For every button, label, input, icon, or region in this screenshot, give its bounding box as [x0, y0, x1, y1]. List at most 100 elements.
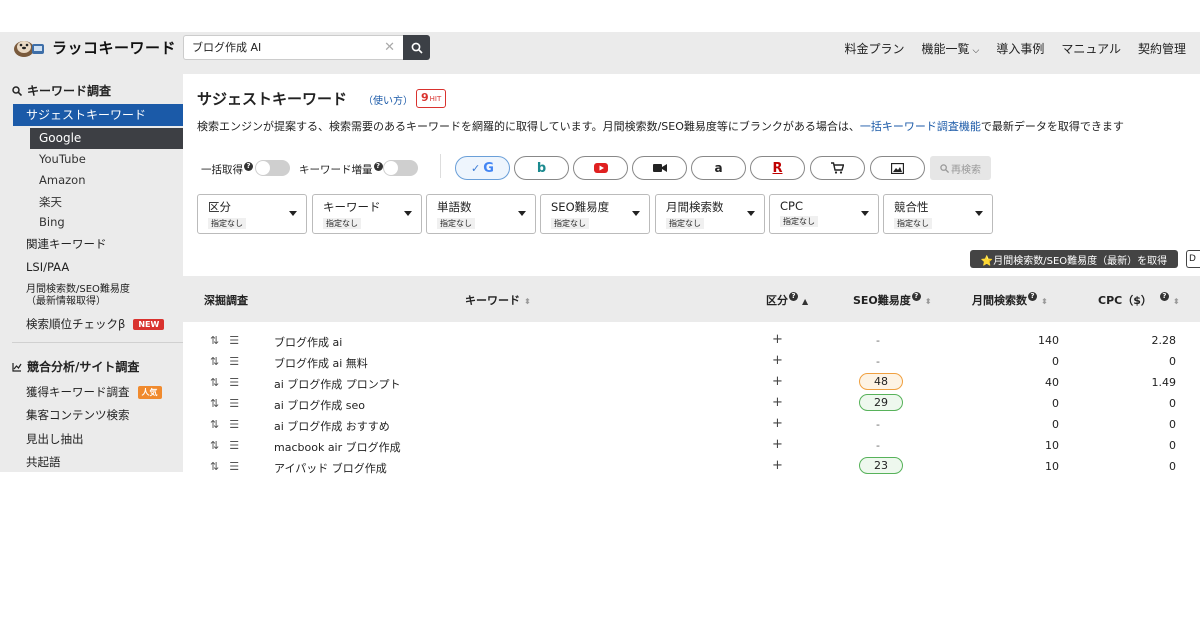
menu-icon[interactable]: ☰: [229, 439, 240, 452]
nav-pricing[interactable]: 料金プラン: [844, 40, 904, 57]
filter-value: 指定なし: [666, 218, 704, 229]
col-volume[interactable]: 月間検索数 ? ⬍: [972, 292, 1048, 308]
filter-category[interactable]: 区分 指定なし: [197, 194, 307, 234]
plus-icon[interactable]: +: [772, 437, 783, 452]
keyword-cell[interactable]: ai ブログ作成 おすすめ: [274, 418, 390, 434]
retweet-icon[interactable]: ⇅: [210, 418, 220, 431]
col-category[interactable]: 区分 ? ▲: [766, 292, 808, 308]
filter-competition[interactable]: 競合性 指定なし: [883, 194, 993, 234]
hit-label: HIT: [429, 95, 442, 103]
menu-icon[interactable]: ☰: [229, 418, 240, 431]
plus-icon[interactable]: +: [772, 332, 783, 347]
video-camera-icon: [652, 164, 667, 172]
help-icon[interactable]: ?: [244, 162, 253, 171]
nav-manual[interactable]: マニュアル: [1061, 40, 1121, 57]
engine-amazon-button[interactable]: a: [691, 156, 746, 180]
page-title: サジェストキーワード: [197, 90, 348, 108]
sidebar-item-rank-check[interactable]: 検索順位チェックβ NEW: [26, 316, 165, 332]
nav-features[interactable]: 機能一覧 ⌵: [921, 40, 979, 57]
engine-google-button[interactable]: ✓ G: [455, 156, 510, 180]
nav-cases[interactable]: 導入事例: [996, 40, 1044, 57]
menu-icon[interactable]: ☰: [229, 460, 240, 473]
retweet-icon[interactable]: ⇅: [210, 460, 220, 473]
help-icon[interactable]: ?: [373, 162, 383, 171]
sidebar-subitem-google[interactable]: Google: [30, 128, 183, 149]
menu-icon[interactable]: ☰: [229, 397, 240, 410]
help-icon[interactable]: ?: [911, 292, 921, 301]
keyword-cell[interactable]: ai ブログ作成 プロンプト: [274, 376, 400, 392]
sidebar-item-related[interactable]: 関連キーワード: [26, 236, 107, 252]
help-icon[interactable]: ?: [789, 292, 798, 301]
clear-icon[interactable]: ✕: [384, 36, 395, 59]
usage-link[interactable]: （使い方）: [363, 92, 413, 107]
table-row: ⇅ ☰ ai ブログ作成 seo +29 0 0: [183, 394, 1200, 415]
retweet-icon[interactable]: ⇅: [210, 397, 220, 410]
engine-shopping-button[interactable]: [810, 156, 865, 180]
sidebar-subitem-amazon[interactable]: Amazon: [39, 173, 85, 187]
sidebar-item-headings[interactable]: 見出し抽出: [26, 431, 84, 447]
sidebar-item-monthly[interactable]: 月間検索数/SEO難易度 （最新情報取得）: [26, 284, 130, 308]
fetch-latest-button[interactable]: ⭐月間検索数/SEO難易度（最新）を取得: [970, 250, 1178, 268]
volume-cell: 10: [1045, 460, 1059, 473]
retweet-icon[interactable]: ⇅: [210, 355, 220, 368]
volume-cell: 0: [1052, 355, 1059, 368]
table-row: ⇅ ☰ ai ブログ作成 プロンプト +48 40 1.49: [183, 373, 1200, 394]
plus-icon[interactable]: +: [772, 374, 783, 389]
filter-seo[interactable]: SEO難易度 指定なし: [540, 194, 650, 234]
plus-icon[interactable]: +: [772, 395, 783, 410]
keyword-cell[interactable]: アイパッド ブログ作成: [274, 460, 387, 476]
sidebar-item-lsi[interactable]: LSI/PAA: [26, 260, 69, 274]
retweet-icon[interactable]: ⇅: [210, 376, 220, 389]
col-cpc[interactable]: CPC（$） ?⬍: [1098, 292, 1180, 308]
bulk-fetch-toggle[interactable]: [255, 160, 290, 176]
nav-contract[interactable]: 契約管理: [1138, 40, 1186, 57]
menu-icon[interactable]: ☰: [229, 376, 240, 389]
keyword-cell[interactable]: ブログ作成 ai 無料: [274, 355, 368, 371]
logo[interactable]: ラッコキーワード: [12, 35, 176, 59]
plus-icon[interactable]: +: [772, 458, 783, 473]
sidebar-section-keyword-research: キーワード調査: [12, 82, 111, 99]
help-icon[interactable]: ?: [1159, 292, 1169, 301]
sidebar-item-acquired[interactable]: 獲得キーワード調査 人気: [26, 384, 162, 400]
help-icon[interactable]: ?: [1028, 292, 1037, 301]
search-button[interactable]: [403, 35, 430, 60]
sidebar-subitem-youtube[interactable]: YouTube: [39, 152, 86, 166]
filter-volume[interactable]: 月間検索数 指定なし: [655, 194, 765, 234]
col-keyword[interactable]: キーワード ⬍: [465, 292, 531, 308]
filter-value: 指定なし: [323, 218, 361, 229]
sidebar-item-suggest[interactable]: サジェストキーワード: [13, 104, 183, 126]
dig-actions: ⇅ ☰: [210, 418, 240, 431]
menu-icon[interactable]: ☰: [229, 334, 240, 347]
plus-icon[interactable]: +: [772, 416, 783, 431]
sidebar-subitem-rakuten[interactable]: 楽天: [39, 194, 62, 210]
engine-rakuten-button[interactable]: R: [750, 156, 805, 180]
sidebar-subitem-bing[interactable]: Bing: [39, 215, 65, 229]
filter-cpc[interactable]: CPC 指定なし: [769, 194, 879, 234]
research-button[interactable]: 再検索: [930, 156, 991, 180]
bulk-keyword-link[interactable]: 一括キーワード調査機能: [860, 120, 981, 133]
engine-bing-button[interactable]: b: [514, 156, 569, 180]
search-input-value: ブログ作成 AI: [192, 41, 262, 54]
retweet-icon[interactable]: ⇅: [210, 439, 220, 452]
keyword-increase-text: キーワード増量: [299, 164, 373, 176]
download-button[interactable]: D: [1186, 250, 1200, 268]
search-input[interactable]: ブログ作成 AI ✕: [183, 35, 403, 60]
col-seo[interactable]: SEO難易度 ?⬍: [853, 292, 932, 308]
keyword-cell[interactable]: macbook air ブログ作成: [274, 439, 401, 455]
retweet-icon[interactable]: ⇅: [210, 334, 220, 347]
sidebar-item-cooccur[interactable]: 共起語: [26, 454, 61, 470]
menu-icon[interactable]: ☰: [229, 355, 240, 368]
engine-image-button[interactable]: [870, 156, 925, 180]
sidebar-item-content-search[interactable]: 集客コンテンツ検索: [26, 407, 130, 423]
filter-value: 指定なし: [894, 218, 932, 229]
popular-badge: 人気: [137, 386, 162, 399]
engine-video-button[interactable]: [632, 156, 687, 180]
engine-youtube-button[interactable]: [573, 156, 628, 180]
filter-word-count[interactable]: 単語数 指定なし: [426, 194, 536, 234]
keyword-increase-toggle[interactable]: [383, 160, 418, 176]
keyword-cell[interactable]: ブログ作成 ai: [274, 334, 342, 350]
caret-down-icon: [289, 211, 297, 216]
filter-keyword[interactable]: キーワード 指定なし: [312, 194, 422, 234]
keyword-cell[interactable]: ai ブログ作成 seo: [274, 397, 365, 413]
plus-icon[interactable]: +: [772, 353, 783, 368]
